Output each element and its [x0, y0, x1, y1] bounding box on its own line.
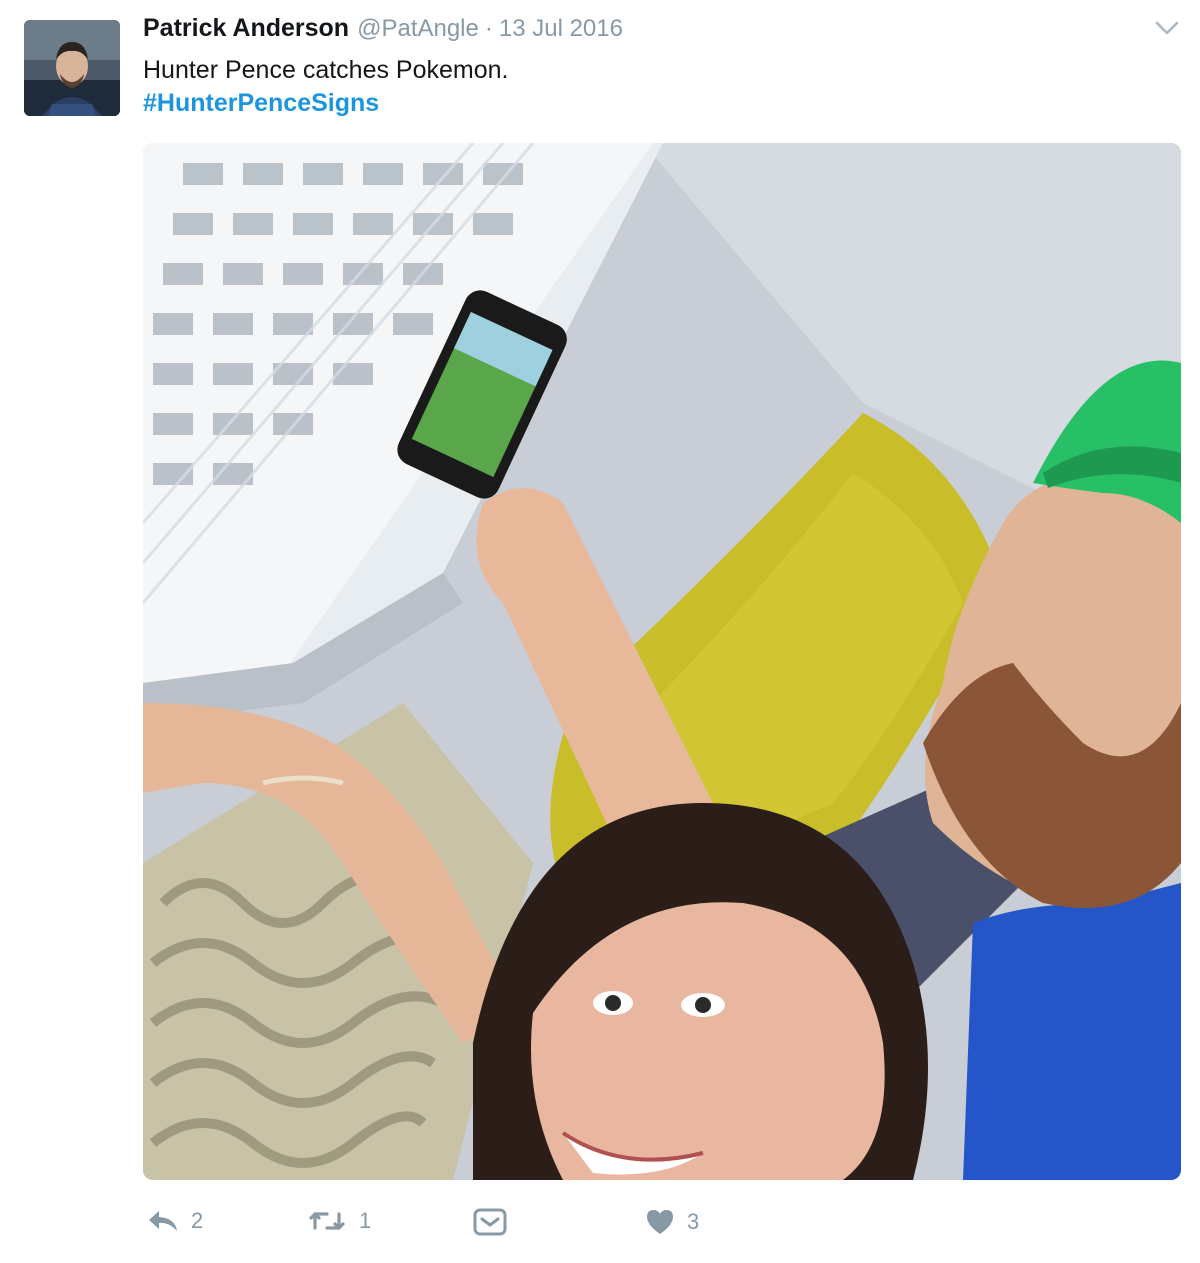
inbox-icon [473, 1208, 507, 1236]
author-username[interactable]: @PatAngle [357, 15, 479, 43]
header-separator: · [484, 15, 493, 42]
selfie-photo [143, 143, 1181, 1180]
like-count: 3 [687, 1209, 700, 1234]
avatar-photo [24, 20, 120, 116]
reply-button[interactable]: 2 [147, 1208, 203, 1234]
tweet-body: Hunter Pence catches Pokemon. [143, 56, 509, 84]
tweet-header: Patrick Anderson @PatAngle · 13 Jul 2016 [143, 14, 623, 50]
retweet-button[interactable]: 1 [307, 1208, 371, 1234]
heart-icon [647, 1210, 673, 1234]
author-fullname[interactable]: Patrick Anderson [143, 14, 349, 43]
reply-icon [149, 1211, 177, 1231]
reply-count: 2 [191, 1208, 204, 1233]
hashtag-link[interactable]: #HunterPenceSigns [143, 87, 508, 120]
tweet-photo[interactable] [143, 143, 1181, 1180]
retweet-icon [309, 1212, 345, 1230]
chevron-down-icon [1155, 21, 1179, 35]
like-button[interactable]: 3 [645, 1208, 699, 1236]
direct-message-button[interactable] [473, 1208, 507, 1236]
tweet-text: Hunter Pence catches Pokemon. #HunterPen… [143, 54, 508, 120]
tweet-menu-button[interactable] [1154, 18, 1180, 38]
retweet-count: 1 [359, 1208, 372, 1233]
tweet-timestamp[interactable]: 13 Jul 2016 [499, 15, 623, 43]
tweet-actions: 2 1 3 [143, 1200, 1143, 1250]
avatar[interactable] [24, 20, 120, 116]
tweet: Patrick Anderson @PatAngle · 13 Jul 2016… [0, 0, 1200, 1263]
